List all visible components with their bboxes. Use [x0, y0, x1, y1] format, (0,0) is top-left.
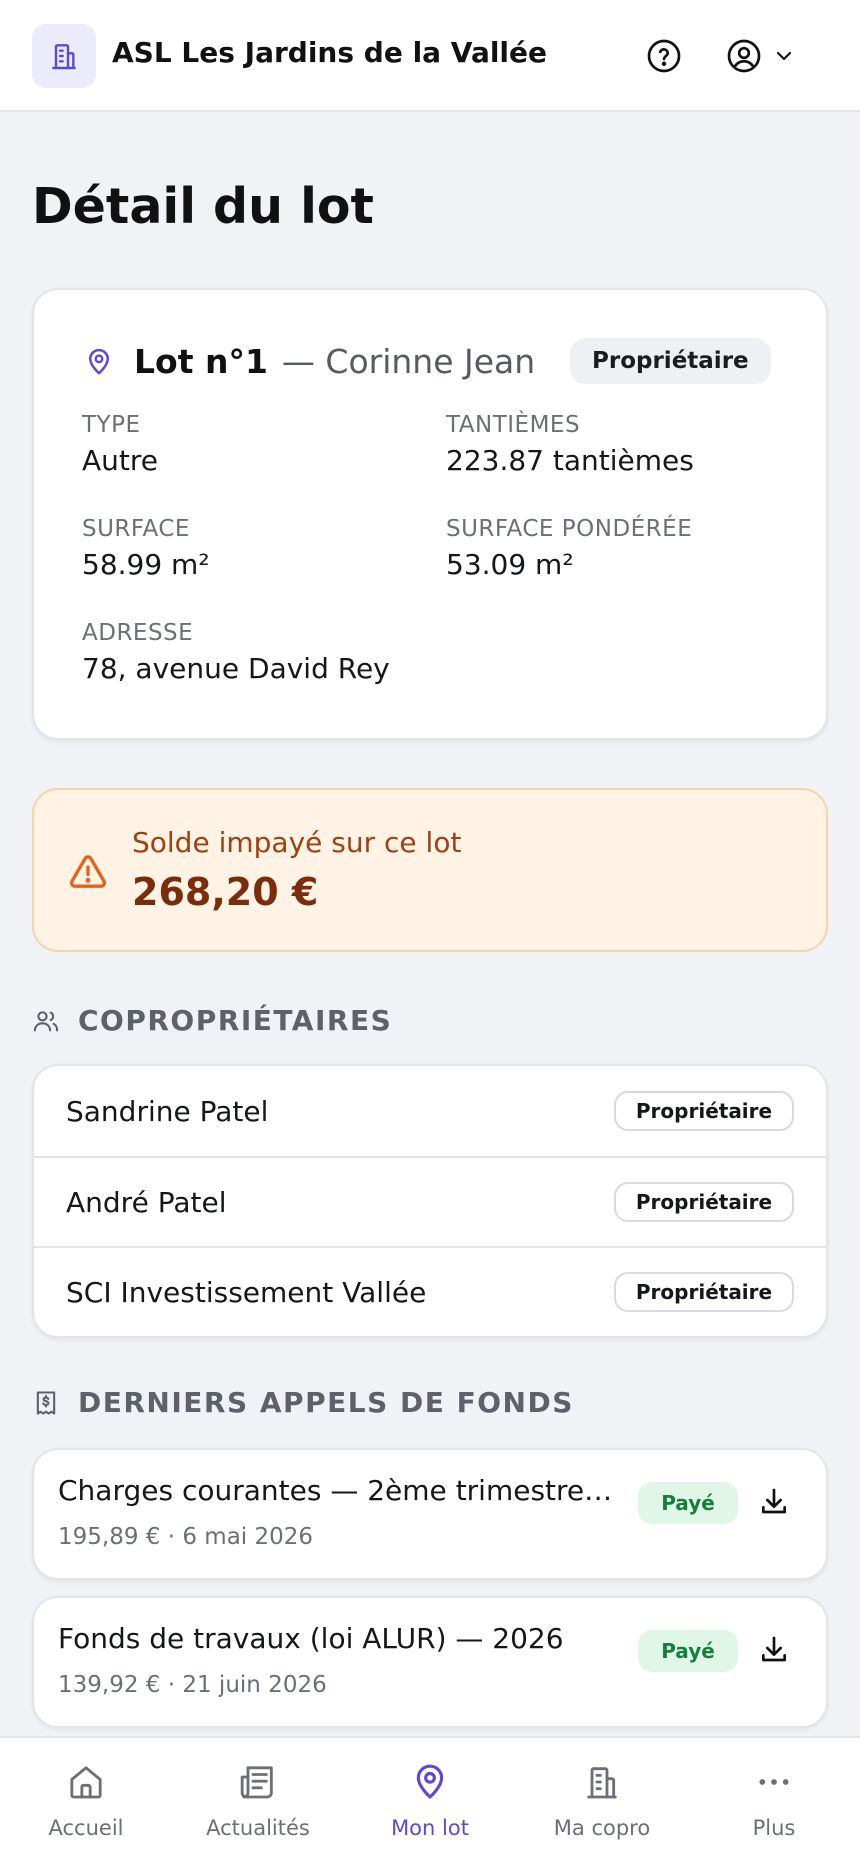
field-value: Autre: [82, 444, 159, 477]
nav-label: Ma copro: [553, 1816, 651, 1840]
nav-label: Plus: [752, 1816, 796, 1840]
unpaid-balance-alert: Solde impayé sur ce lot 268,20 €: [32, 788, 828, 952]
page-title: Détail du lot: [32, 178, 374, 235]
field-label: TYPE: [82, 412, 141, 438]
section-title-text: COPROPRIÉTAIRES: [78, 1004, 393, 1037]
role-badge: Propriétaire: [614, 1182, 794, 1222]
fund-call-title: Charges courantes — 2ème trimestre 2026: [58, 1474, 614, 1507]
role-badge: Propriétaire: [614, 1091, 794, 1131]
field-tantiemes: TANTIÈMES 223.87 tantièmes: [446, 412, 694, 477]
fund-call-title: Fonds de travaux (loi ALUR) — 2026: [58, 1622, 564, 1655]
fund-call-meta: 195,89 € · 6 mai 2026: [58, 1524, 313, 1550]
nav-label: Mon lot: [391, 1816, 469, 1840]
map-pin-icon: [84, 347, 114, 377]
lot-header: Lot n°1 — Corinne Jean: [84, 342, 535, 381]
field-value: 53.09 m²: [446, 548, 574, 581]
fund-call-date: · 21 juin 2026: [167, 1672, 327, 1698]
map-pin-icon: [410, 1762, 450, 1802]
download-icon[interactable]: [758, 1634, 798, 1674]
building-icon: [32, 24, 96, 88]
nav-item-ma-copro[interactable]: Ma copro: [516, 1738, 688, 1864]
role-badge: Propriétaire: [570, 338, 771, 384]
receipt-icon: [32, 1389, 60, 1417]
nav-item-actualites[interactable]: Actualités: [172, 1738, 344, 1864]
field-type: TYPE Autre: [82, 412, 158, 477]
field-surface: SURFACE 58.99 m²: [82, 516, 210, 581]
home-icon: [66, 1762, 106, 1802]
field-value: 58.99 m²: [82, 548, 210, 581]
field-surface-ponderee: SURFACE PONDÉRÉE 53.09 m²: [446, 516, 692, 581]
warning-icon: [68, 852, 108, 892]
lot-owner: — Corinne Jean: [281, 342, 536, 381]
field-adresse: ADRESSE 78, avenue David Rey: [82, 620, 390, 685]
newspaper-icon: [238, 1762, 278, 1802]
user-circle-icon: [726, 38, 762, 74]
field-label: SURFACE PONDÉRÉE: [446, 516, 693, 542]
status-badge: Payé: [638, 1482, 738, 1524]
owner-name: Sandrine Patel: [66, 1094, 269, 1128]
field-label: SURFACE: [82, 516, 190, 542]
list-item[interactable]: Sandrine Patel Propriétaire: [34, 1066, 826, 1156]
status-badge: Payé: [638, 1630, 738, 1672]
nav-item-plus[interactable]: Plus: [688, 1738, 860, 1864]
role-badge: Propriétaire: [614, 1272, 794, 1312]
app-header: ASL Les Jardins de la Vallée: [0, 0, 860, 112]
app-title: ASL Les Jardins de la Vallée: [112, 36, 548, 69]
fund-call-amount: 139,92 €: [58, 1672, 161, 1698]
bottom-nav: Accueil Actualités Mon lot Ma copro Plus: [0, 1736, 860, 1864]
download-icon[interactable]: [758, 1486, 798, 1526]
nav-label: Accueil: [48, 1816, 124, 1840]
building-icon: [582, 1762, 622, 1802]
owner-name: SCI Investissement Vallée: [66, 1275, 427, 1309]
fund-call-item[interactable]: Fonds de travaux (loi ALUR) — 2026 139,9…: [32, 1596, 828, 1728]
nav-item-mon-lot[interactable]: Mon lot: [344, 1738, 516, 1864]
field-label: TANTIÈMES: [446, 412, 581, 438]
fund-call-meta: 139,92 € · 21 juin 2026: [58, 1672, 327, 1698]
alert-label: Solde impayé sur ce lot: [132, 826, 462, 859]
field-value: 78, avenue David Rey: [82, 652, 390, 685]
fund-call-item[interactable]: Charges courantes — 2ème trimestre 2026 …: [32, 1448, 828, 1580]
alert-amount: 268,20 €: [132, 870, 319, 914]
more-icon: [754, 1762, 794, 1802]
nav-item-accueil[interactable]: Accueil: [0, 1738, 172, 1864]
users-icon: [32, 1007, 60, 1035]
chevron-down-icon: [772, 44, 796, 68]
nav-label: Actualités: [206, 1816, 310, 1840]
field-label: ADRESSE: [82, 620, 194, 646]
list-item[interactable]: SCI Investissement Vallée Propriétaire: [34, 1246, 826, 1336]
fund-call-date: · 6 mai 2026: [167, 1524, 314, 1550]
field-value: 223.87 tantièmes: [446, 444, 694, 477]
coowners-section-title: COPROPRIÉTAIRES: [32, 1004, 392, 1037]
owner-name: André Patel: [66, 1185, 227, 1219]
fund-call-amount: 195,89 €: [58, 1524, 161, 1550]
coowners-list: Sandrine Patel Propriétaire André Patel …: [32, 1064, 828, 1338]
lot-details-card: Lot n°1 — Corinne Jean Propriétaire TYPE…: [32, 288, 828, 740]
help-icon[interactable]: [646, 38, 682, 74]
lot-number: Lot n°1: [134, 342, 268, 381]
list-item[interactable]: André Patel Propriétaire: [34, 1156, 826, 1246]
user-menu-button[interactable]: [726, 38, 796, 74]
fund-calls-section-title: DERNIERS APPELS DE FONDS: [32, 1386, 574, 1419]
section-title-text: DERNIERS APPELS DE FONDS: [78, 1386, 574, 1419]
